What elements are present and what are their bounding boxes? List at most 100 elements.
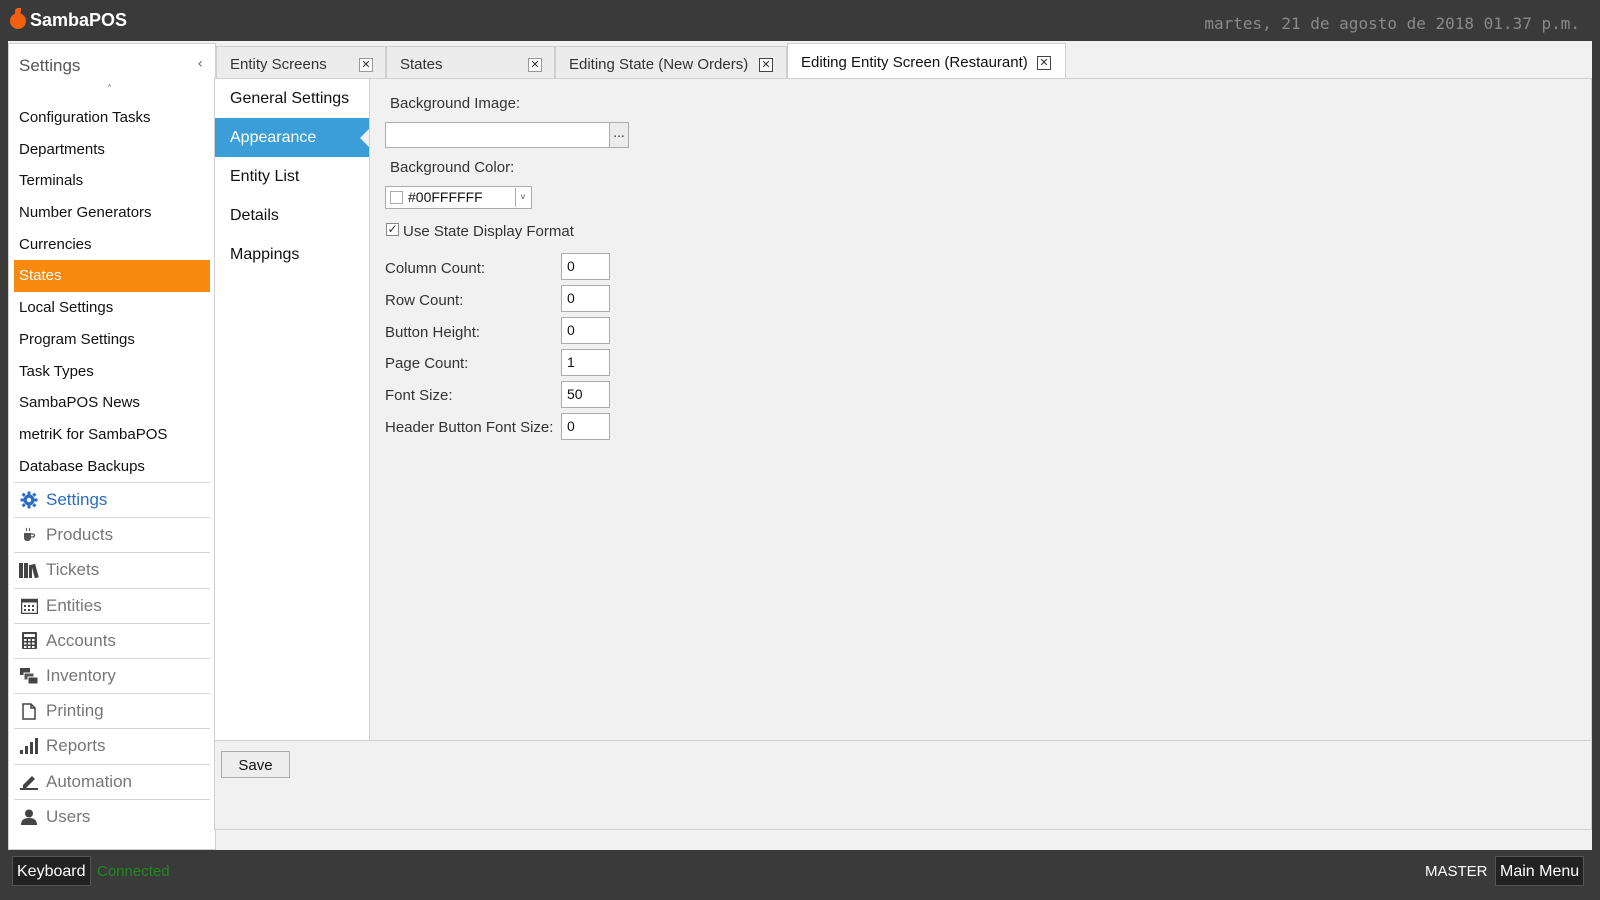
connection-status: Connected xyxy=(97,863,170,880)
datetime-display: martes, 21 de agosto de 2018 01.37 p.m. xyxy=(1204,14,1580,33)
nav-label: Tickets xyxy=(46,560,100,580)
coffee-cup-icon xyxy=(18,524,40,546)
font-size-label: Font Size: xyxy=(385,387,453,404)
close-icon[interactable]: ✕ xyxy=(759,58,773,72)
settings-item-task-types[interactable]: Task Types xyxy=(14,356,210,388)
settings-item-states[interactable]: States xyxy=(14,260,210,293)
editor-content: General Settings Appearance Entity List … xyxy=(214,78,1592,830)
settings-item-local-settings[interactable]: Local Settings xyxy=(14,292,210,324)
nav-label: Reports xyxy=(46,736,106,756)
app-name: SambaPOS xyxy=(30,10,128,30)
section-general-settings[interactable]: General Settings xyxy=(215,79,369,118)
app-logo: SambaPOS xyxy=(10,7,128,31)
nav-label: Printing xyxy=(46,701,104,721)
row-count-label: Row Count: xyxy=(385,292,464,309)
main-menu-button[interactable]: Main Menu xyxy=(1495,856,1585,886)
font-size-input[interactable]: 50 xyxy=(561,381,610,408)
nav-label: Automation xyxy=(46,771,132,791)
tab-editing-state[interactable]: Editing State (New Orders) ✕ xyxy=(555,46,787,79)
nav-inventory[interactable]: Inventory xyxy=(14,657,210,693)
tab-states[interactable]: States ✕ xyxy=(386,46,555,79)
button-height-input[interactable]: 0 xyxy=(561,317,610,344)
calendar-grid-icon xyxy=(18,595,40,617)
column-count-input[interactable]: 0 xyxy=(561,253,610,280)
section-details[interactable]: Details xyxy=(215,196,369,235)
nav-tickets[interactable]: Tickets xyxy=(14,552,210,587)
settings-item-metrik[interactable]: metriK for SambaPOS xyxy=(14,419,210,451)
nav-users[interactable]: Users xyxy=(14,798,210,834)
row-count-input[interactable]: 0 xyxy=(561,285,610,312)
nav-reports[interactable]: Reports xyxy=(14,728,210,763)
status-bar: Keyboard Connected MASTER Main Menu xyxy=(0,850,1600,900)
user-icon xyxy=(18,806,40,828)
background-image-input[interactable] xyxy=(385,122,611,148)
browse-button[interactable]: ... xyxy=(609,122,629,148)
title-bar: SambaPOS martes, 21 de agosto de 2018 01… xyxy=(0,0,1600,41)
pencil-icon xyxy=(18,771,40,793)
nav-label: Users xyxy=(46,806,91,826)
current-user: MASTER xyxy=(1425,863,1488,880)
background-color-label: Background Color: xyxy=(390,159,515,176)
header-button-font-size-label: Header Button Font Size: xyxy=(385,419,554,436)
tab-entity-screens[interactable]: Entity Screens ✕ xyxy=(216,46,386,79)
footer-divider xyxy=(215,740,1591,741)
chevron-down-icon[interactable]: ˅ xyxy=(515,188,530,207)
use-state-display-format-checkbox[interactable]: ✓ xyxy=(386,223,399,236)
nav-products[interactable]: Products xyxy=(14,517,210,552)
document-icon xyxy=(18,700,40,722)
page-count-label: Page Count: xyxy=(385,355,469,372)
main-window: Settings ‹ ˄ Configuration Tasks Departm… xyxy=(8,41,1592,850)
section-entity-list[interactable]: Entity List xyxy=(215,157,369,196)
settings-panel-title: Settings xyxy=(19,56,81,75)
close-icon[interactable]: ✕ xyxy=(1037,56,1051,70)
nav-label: Entities xyxy=(46,595,102,615)
background-color-value: #00FFFFFF xyxy=(408,189,483,205)
close-icon[interactable]: ✕ xyxy=(359,58,373,72)
tab-label: Entity Screens xyxy=(230,56,327,73)
page-count-input[interactable]: 1 xyxy=(561,349,610,376)
tab-label: States xyxy=(400,56,443,73)
nav-printing[interactable]: Printing xyxy=(14,693,210,728)
settings-item-database-backups[interactable]: Database Backups xyxy=(14,451,210,478)
inventory-boxes-icon xyxy=(18,665,40,687)
settings-item-configuration-tasks[interactable]: Configuration Tasks xyxy=(14,102,210,134)
settings-item-sambapos-news[interactable]: SambaPOS News xyxy=(14,387,210,419)
background-color-picker[interactable]: #00FFFFFF ˅ xyxy=(385,186,532,209)
use-state-display-format-label: Use State Display Format xyxy=(403,223,574,240)
color-swatch xyxy=(390,191,403,204)
calculator-icon xyxy=(18,630,40,652)
main-nav: Settings Products Tickets Entities Accou… xyxy=(14,482,210,834)
bar-chart-icon xyxy=(18,735,40,757)
gear-icon xyxy=(18,489,40,511)
nav-label: Inventory xyxy=(46,666,116,686)
background-image-label: Background Image: xyxy=(390,95,521,112)
button-height-label: Button Height: xyxy=(385,324,481,341)
close-icon[interactable]: ✕ xyxy=(528,58,542,72)
settings-panel: Settings ‹ ˄ Configuration Tasks Departm… xyxy=(8,43,216,850)
nav-label: Accounts xyxy=(46,630,116,650)
scroll-up-icon[interactable]: ˄ xyxy=(107,84,112,95)
section-mappings[interactable]: Mappings xyxy=(215,235,369,274)
tab-label: Editing Entity Screen (Restaurant) xyxy=(801,54,1028,71)
scroll-down-icon[interactable]: ˅ xyxy=(107,468,112,479)
nav-entities[interactable]: Entities xyxy=(14,587,210,623)
section-appearance[interactable]: Appearance xyxy=(215,118,369,157)
save-button[interactable]: Save xyxy=(221,751,290,778)
collapse-panel-icon[interactable]: ‹ xyxy=(197,56,203,72)
header-button-font-size-input[interactable]: 0 xyxy=(561,413,610,440)
keyboard-button[interactable]: Keyboard xyxy=(12,856,91,886)
nav-accounts[interactable]: Accounts xyxy=(14,622,210,658)
settings-item-currencies[interactable]: Currencies xyxy=(14,229,210,261)
nav-settings[interactable]: Settings xyxy=(14,482,210,517)
nav-automation[interactable]: Automation xyxy=(14,763,210,799)
tab-editing-entity-screen[interactable]: Editing Entity Screen (Restaurant) ✕ xyxy=(787,43,1066,80)
settings-item-number-generators[interactable]: Number Generators xyxy=(14,197,210,229)
tab-label: Editing State (New Orders) xyxy=(569,56,749,73)
settings-item-terminals[interactable]: Terminals xyxy=(14,165,210,197)
editor-section-nav: General Settings Appearance Entity List … xyxy=(215,79,370,740)
settings-item-program-settings[interactable]: Program Settings xyxy=(14,324,210,356)
nav-label: Settings xyxy=(46,490,108,510)
column-count-label: Column Count: xyxy=(385,260,486,277)
nav-label: Products xyxy=(46,525,114,545)
settings-item-departments[interactable]: Departments xyxy=(14,134,210,166)
